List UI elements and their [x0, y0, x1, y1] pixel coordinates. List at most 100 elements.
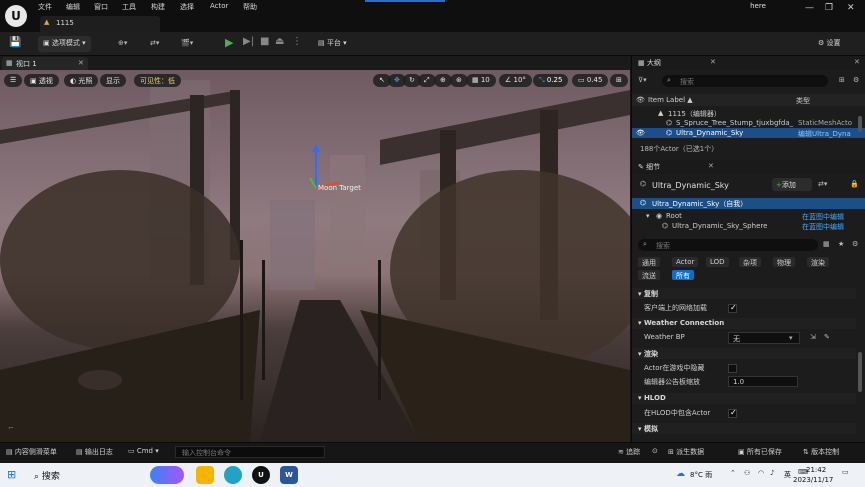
tray-chevron-icon[interactable]: ⌃ [730, 469, 736, 477]
visibility-badge[interactable]: 可见性：低 [134, 74, 181, 87]
stop-icon[interactable]: ■ [260, 36, 269, 47]
add-content-icon[interactable]: ⊕▾ [118, 39, 127, 47]
unreal-logo-icon[interactable]: U [5, 5, 27, 27]
item-label-column[interactable]: Item Label ▲ [648, 96, 693, 104]
settings-button[interactable]: ⚙ 设置 [818, 38, 841, 48]
maximize-viewport-icon[interactable]: ⊞ [610, 74, 628, 87]
lock-icon[interactable]: 🔒 [850, 180, 859, 188]
cinematics-icon[interactable]: 🎬▾ [181, 39, 193, 47]
component-root-row[interactable]: ▾ ◉ Root 在蓝图中编辑 [632, 211, 865, 221]
all-saved-button[interactable]: ▣ 所有已保存 [738, 447, 782, 457]
derived-data-button[interactable]: ⊞ 派生数据 [668, 447, 704, 457]
maximize-icon[interactable]: ❐ [825, 3, 833, 13]
window-search-text[interactable]: here [728, 2, 788, 14]
favorite-star-icon[interactable]: ★ [838, 240, 844, 248]
taskbar-search-button[interactable]: ⌕ 搜索 [34, 469, 60, 482]
weather-bp-combo[interactable]: 无 ▾ [728, 332, 800, 344]
console-input[interactable]: 输入控制台命令 [175, 446, 325, 458]
picker-icon[interactable]: ✎ [824, 333, 830, 341]
lighting-button[interactable]: ◐ 光照 [64, 74, 99, 87]
volume-icon[interactable]: ♪ [770, 469, 774, 477]
close-outliner-icon[interactable]: ✕ [710, 58, 716, 66]
add-component-button[interactable]: +添加 [772, 178, 812, 191]
eye-icon[interactable]: 👁 [636, 129, 645, 137]
word-icon[interactable]: W [280, 466, 298, 484]
trace-button[interactable]: ≋ 追踪 [618, 447, 640, 457]
filter-chip-streaming[interactable]: 流送 [638, 270, 660, 280]
content-drawer-button[interactable]: ▤ 内容侧滑菜单 [6, 447, 57, 457]
menu-window[interactable]: 窗口 [94, 2, 108, 12]
section-rendering[interactable]: ▾ 渲染 [632, 348, 856, 359]
clock-time[interactable]: 21:42 [806, 466, 826, 474]
close-panel-icon[interactable]: ✕ [854, 58, 860, 66]
angle-snap-button[interactable]: ∠ 10° [499, 74, 532, 87]
network-icon[interactable]: ◠ [758, 469, 764, 477]
revision-icon[interactable]: ⊙ [652, 447, 658, 455]
minimize-icon[interactable]: — [805, 3, 814, 13]
viewport-tab[interactable]: ▦ 视口 1 ✕ [2, 57, 88, 70]
include-hlod-checkbox[interactable] [728, 408, 737, 418]
blueprint-icon[interactable]: ⇄▾ [150, 39, 159, 47]
table-view-icon[interactable]: ▦ [823, 240, 830, 248]
details-search-input[interactable]: ⌕ 搜索 [638, 239, 818, 251]
more-options-icon[interactable]: ⋮ [292, 36, 302, 47]
hidden-in-game-checkbox[interactable] [728, 364, 737, 373]
camera-speed-button[interactable]: ▭ 0.45 [572, 74, 609, 87]
windows-start-icon[interactable]: ⊞ [7, 468, 16, 481]
save-icon[interactable]: 💾 [9, 37, 21, 48]
browse-icon[interactable]: ⇲ [810, 333, 816, 341]
net-load-checkbox[interactable] [728, 303, 737, 313]
clock-date[interactable]: 2023/11/17 [793, 476, 833, 484]
unreal-engine-icon[interactable]: U [252, 466, 270, 484]
section-simulation[interactable]: ▾ 模拟 [632, 423, 856, 434]
scale-snap-button[interactable]: ⤡ 0.25 [533, 74, 569, 87]
cmd-dropdown[interactable]: ▭ Cmd ▾ [128, 447, 159, 455]
section-weather-connection[interactable]: ▾ Weather Connection [632, 318, 856, 329]
close-details-icon[interactable]: ✕ [708, 162, 714, 170]
menu-actor[interactable]: Actor [210, 2, 228, 10]
version-control-button[interactable]: ⇅ 版本控制 [803, 447, 863, 457]
filter-chip-general[interactable]: 通用 [638, 257, 660, 267]
section-hlod[interactable]: ▾ HLOD [632, 393, 856, 404]
filter-chip-physics[interactable]: 物理 [773, 257, 795, 267]
viewport-scene[interactable]: ⌐ Moon Target [0, 70, 630, 442]
close-tab-icon[interactable]: ✕ [78, 59, 84, 67]
scale-mode-icon[interactable]: ⤢ [418, 74, 436, 87]
step-icon[interactable]: ▶| [243, 36, 254, 47]
close-icon[interactable]: ✕ [847, 3, 855, 13]
filter-chip-actor[interactable]: Actor [672, 257, 699, 267]
outliner-scrollbar[interactable] [858, 116, 862, 132]
play-icon[interactable]: ▶ [225, 36, 233, 49]
notification-icon[interactable]: ▭ [842, 468, 849, 476]
ime-indicator[interactable]: 英 [784, 470, 791, 480]
eject-icon[interactable]: ⏏ [275, 36, 284, 47]
menu-build[interactable]: 构建 [151, 2, 165, 12]
menu-select[interactable]: 选择 [180, 2, 194, 12]
show-button[interactable]: 显示 [100, 74, 126, 87]
outliner-row-stump[interactable]: ⌬ S_Spruce_Tree_Stump_tjuxbgfda_ StaticM… [632, 118, 865, 128]
sphere-edit-link[interactable]: 在蓝图中编辑 [802, 222, 844, 230]
tray-app-icon[interactable]: ⚇ [744, 469, 750, 477]
filter-chip-rendering[interactable]: 渲染 [807, 257, 829, 267]
component-sphere-row[interactable]: ⌬ Ultra_Dynamic_Sky_Sphere 在蓝图中编辑 [632, 222, 865, 230]
viewport-menu-button[interactable]: ☰ [4, 74, 23, 87]
edge-browser-icon[interactable] [224, 466, 242, 484]
outliner-row-level[interactable]: ▲ 1115（编辑器） [632, 108, 865, 118]
component-self-row[interactable]: ⌬ Ultra_Dynamic_Sky（自我） [632, 198, 865, 209]
grid-snap-button[interactable]: ▦ 10 [466, 74, 496, 87]
blueprint-options-icon[interactable]: ⇄▾ [818, 180, 827, 188]
filter-chip-misc[interactable]: 杂项 [739, 257, 761, 267]
menu-edit[interactable]: 编辑 [66, 2, 80, 12]
menu-help[interactable]: 帮助 [243, 2, 257, 12]
copilot-icon[interactable] [150, 466, 184, 484]
outliner-settings-icon[interactable]: ⚙ [853, 76, 859, 84]
billboard-scale-input[interactable]: 1.0 [728, 376, 798, 387]
mode-dropdown[interactable]: ▣ 选项模式 ▾ [38, 36, 91, 52]
project-tab[interactable]: ▲ 1115 [40, 16, 160, 32]
perspective-button[interactable]: ▣ 透视 [24, 74, 59, 87]
filter-chip-all[interactable]: 所有 [672, 270, 694, 280]
expand-icon[interactable]: ▾ [646, 212, 650, 220]
outliner-row-sky[interactable]: 👁 ⌬ Ultra_Dynamic_Sky 编辑Ultra_Dyna [632, 128, 865, 138]
type-column[interactable]: 类型 [796, 96, 810, 106]
menu-tools[interactable]: 工具 [122, 2, 136, 12]
